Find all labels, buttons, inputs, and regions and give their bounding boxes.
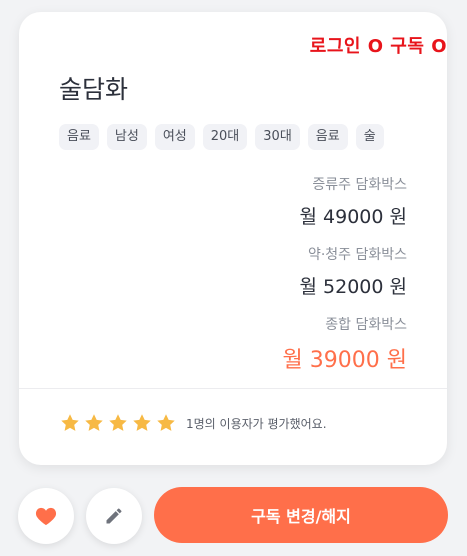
plan-name: 증류주 담화박스 <box>312 177 407 193</box>
plan-name: 약·청주 담화박스 <box>307 247 407 263</box>
tag: 술 <box>355 124 384 150</box>
tag: 20대 <box>202 124 248 150</box>
tag: 여성 <box>154 124 195 150</box>
login-subscription-status: 로그인 O 구독 O <box>309 36 447 57</box>
tag: 남성 <box>106 124 147 150</box>
tag: 음료 <box>307 124 348 150</box>
plan-name: 종합 담화박스 <box>325 317 407 333</box>
rating-count-text: 1명의 이용자가 평가했어요. <box>186 416 327 431</box>
tag: 30대 <box>255 124 300 150</box>
like-button[interactable] <box>18 488 74 544</box>
pencil-icon <box>104 506 124 526</box>
product-title: 술담화 <box>59 75 129 104</box>
tag: 음료 <box>59 124 99 150</box>
edit-button[interactable] <box>86 488 142 544</box>
product-card: 로그인 O 구독 O 술담화 음료 남성 여성 20대 30대 음료 술 증류주… <box>19 12 447 465</box>
heart-icon <box>35 506 57 526</box>
star-icon <box>59 412 81 434</box>
subscription-change-cancel-button[interactable]: 구독 변경/해지 <box>154 487 448 543</box>
plan-price-highlight: 월 39000 원 <box>282 348 407 373</box>
divider <box>19 388 447 389</box>
plan-price: 월 49000 원 <box>299 206 407 228</box>
rating: 1명의 이용자가 평가했어요. <box>59 412 327 434</box>
tag-list: 음료 남성 여성 20대 30대 음료 술 <box>59 124 384 150</box>
star-icon <box>131 412 153 434</box>
plan-list: 증류주 담화박스 월 49000 원 약·청주 담화박스 월 52000 원 종… <box>283 174 407 389</box>
star-icon <box>155 412 177 434</box>
star-icon <box>83 412 105 434</box>
plan-price: 월 52000 원 <box>299 276 407 298</box>
star-icon <box>107 412 129 434</box>
